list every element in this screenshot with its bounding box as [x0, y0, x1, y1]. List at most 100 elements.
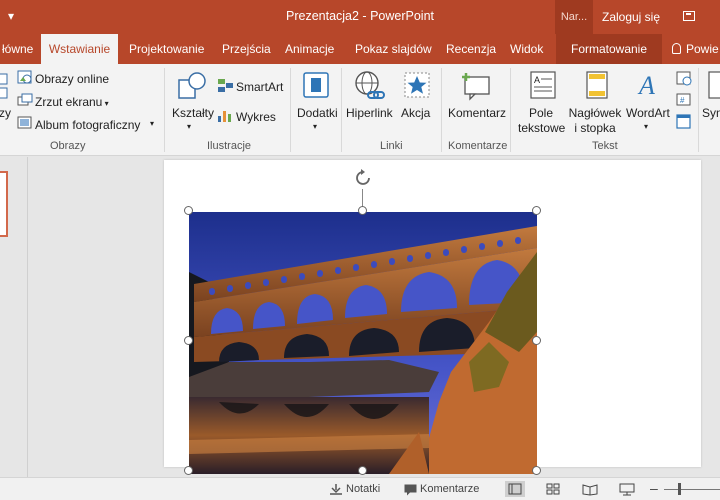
screenshot-button[interactable]: Zrzut ekranu ▾	[35, 95, 109, 109]
svg-text:A: A	[534, 75, 540, 85]
action-button[interactable]: Akcja	[401, 106, 430, 120]
reading-view-button[interactable]	[580, 481, 600, 497]
textbox-label-line2: tekstowe	[518, 121, 566, 135]
notes-button[interactable]: Notatki	[346, 483, 380, 495]
tell-me-box[interactable]: Powie	[672, 34, 719, 64]
object-icon	[676, 114, 691, 129]
group-label-comments: Komentarze	[448, 140, 508, 152]
resize-handle-top-left[interactable]	[184, 206, 193, 215]
symbol-icon	[708, 71, 720, 99]
slideshow-icon	[619, 483, 635, 496]
wordart-dropdown-icon[interactable]: ▾	[644, 122, 648, 131]
shapes-dropdown-icon[interactable]: ▾	[187, 122, 191, 131]
rotate-handle-icon[interactable]	[352, 167, 374, 189]
context-tools-label: Nar...	[555, 0, 593, 34]
ribbon-tab-bar: łówne Wstawianie Projektowanie Przejścia…	[0, 34, 720, 64]
group-separator	[698, 68, 699, 152]
online-pictures-button[interactable]: Obrazy online	[35, 72, 109, 86]
addins-button[interactable]: Dodatki	[297, 106, 338, 120]
chart-button[interactable]: Wykres	[236, 110, 276, 124]
group-separator	[441, 68, 442, 152]
group-separator	[290, 68, 291, 152]
header-footer-label-line2: i stopka	[574, 121, 616, 135]
title-bar: ▾ Prezentacja2 - PowerPoint Nar... Zalog…	[0, 0, 720, 34]
resize-handle-bottom-left[interactable]	[184, 466, 193, 475]
tab-insert[interactable]: Wstawianie	[41, 34, 118, 64]
textbox-label-line1: Pole	[528, 106, 554, 120]
ribbon-display-icon	[683, 11, 695, 21]
photo-album-icon	[17, 116, 32, 129]
notes-icon	[330, 484, 342, 495]
svg-text:A: A	[637, 71, 655, 100]
group-label-illustrations: Ilustracje	[207, 140, 252, 152]
zoom-out-button[interactable]: –	[650, 480, 658, 496]
tab-transitions[interactable]: Przejścia	[222, 34, 271, 64]
ribbon-insert: zy Obrazy online Zrzut ekranu ▾ Album fo…	[0, 64, 720, 156]
resize-handle-top[interactable]	[358, 206, 367, 215]
online-pictures-icon	[17, 70, 32, 84]
status-bar: Notatki Komentarze –	[0, 477, 720, 500]
resize-handle-bottom[interactable]	[358, 466, 367, 475]
slide-sorter-button[interactable]	[543, 481, 563, 497]
slide-thumbnail[interactable]	[0, 171, 8, 237]
new-comment-icon	[462, 73, 490, 101]
comments-button[interactable]: Komentarze	[420, 483, 479, 495]
hyperlink-icon	[355, 71, 385, 99]
pictures-button-label[interactable]: zy	[0, 106, 11, 120]
zoom-slider-track[interactable]	[664, 489, 720, 490]
tell-me-label: Powie	[686, 42, 719, 56]
selected-picture[interactable]	[189, 212, 537, 474]
header-footer-label-line1: Nagłówek	[568, 106, 622, 120]
textbox-button[interactable]: Pole tekstowe	[518, 106, 566, 136]
photo-album-button[interactable]: Album fotograficzny	[35, 118, 140, 132]
reading-view-icon	[582, 484, 598, 496]
slide-editor	[29, 157, 720, 477]
tab-format[interactable]: Formatowanie	[556, 34, 662, 64]
textbox-icon: A	[530, 71, 556, 99]
group-label-text: Tekst	[592, 140, 618, 152]
lightbulb-icon	[672, 43, 681, 54]
symbols-button[interactable]: Sym	[702, 106, 720, 120]
chart-icon	[218, 111, 231, 122]
slide-thumbnail-pane	[0, 157, 28, 477]
zoom-slider-thumb[interactable]	[678, 483, 681, 495]
slide-sorter-icon	[546, 483, 560, 495]
hyperlink-button[interactable]: Hiperlink	[346, 106, 393, 120]
header-footer-button[interactable]: Nagłówek i stopka	[567, 106, 623, 136]
header-footer-icon	[586, 71, 608, 99]
screenshot-label: Zrzut ekranu	[35, 95, 103, 109]
shapes-button[interactable]: Kształty	[172, 106, 214, 120]
sign-in-link[interactable]: Zaloguj się	[596, 0, 666, 34]
ribbon-display-options-button[interactable]	[676, 8, 702, 26]
smartart-button[interactable]: SmartArt	[236, 80, 283, 94]
tab-review[interactable]: Recenzja	[446, 34, 496, 64]
new-comment-button[interactable]: Komentarz	[448, 106, 506, 120]
group-separator	[510, 68, 511, 152]
addins-dropdown-icon[interactable]: ▾	[313, 122, 317, 131]
resize-handle-left[interactable]	[184, 336, 193, 345]
slideshow-button[interactable]	[617, 481, 637, 497]
action-icon	[404, 72, 430, 98]
picture-icon	[0, 73, 8, 99]
wordart-button[interactable]: WordArt	[626, 106, 670, 120]
normal-view-icon	[508, 483, 522, 495]
resize-handle-top-right[interactable]	[532, 206, 541, 215]
smartart-icon	[218, 79, 233, 92]
photo-album-dropdown-icon[interactable]: ▾	[150, 119, 154, 128]
svg-text:#: #	[680, 96, 685, 105]
tab-view[interactable]: Widok	[510, 34, 543, 64]
normal-view-button[interactable]	[505, 481, 525, 497]
tab-design[interactable]: Projektowanie	[129, 34, 204, 64]
store-icon	[303, 72, 329, 98]
tab-home[interactable]: łówne	[0, 34, 39, 64]
tab-slideshow[interactable]: Pokaz slajdów	[355, 34, 432, 64]
resize-handle-right[interactable]	[532, 336, 541, 345]
group-label-images: Obrazy	[50, 140, 86, 152]
group-label-links: Linki	[380, 140, 403, 152]
group-separator	[341, 68, 342, 152]
slide-number-icon: #	[676, 93, 691, 106]
resize-handle-bottom-right[interactable]	[532, 466, 541, 475]
tab-animations[interactable]: Animacje	[285, 34, 334, 64]
screenshot-icon	[17, 93, 33, 106]
date-time-icon	[676, 71, 692, 86]
